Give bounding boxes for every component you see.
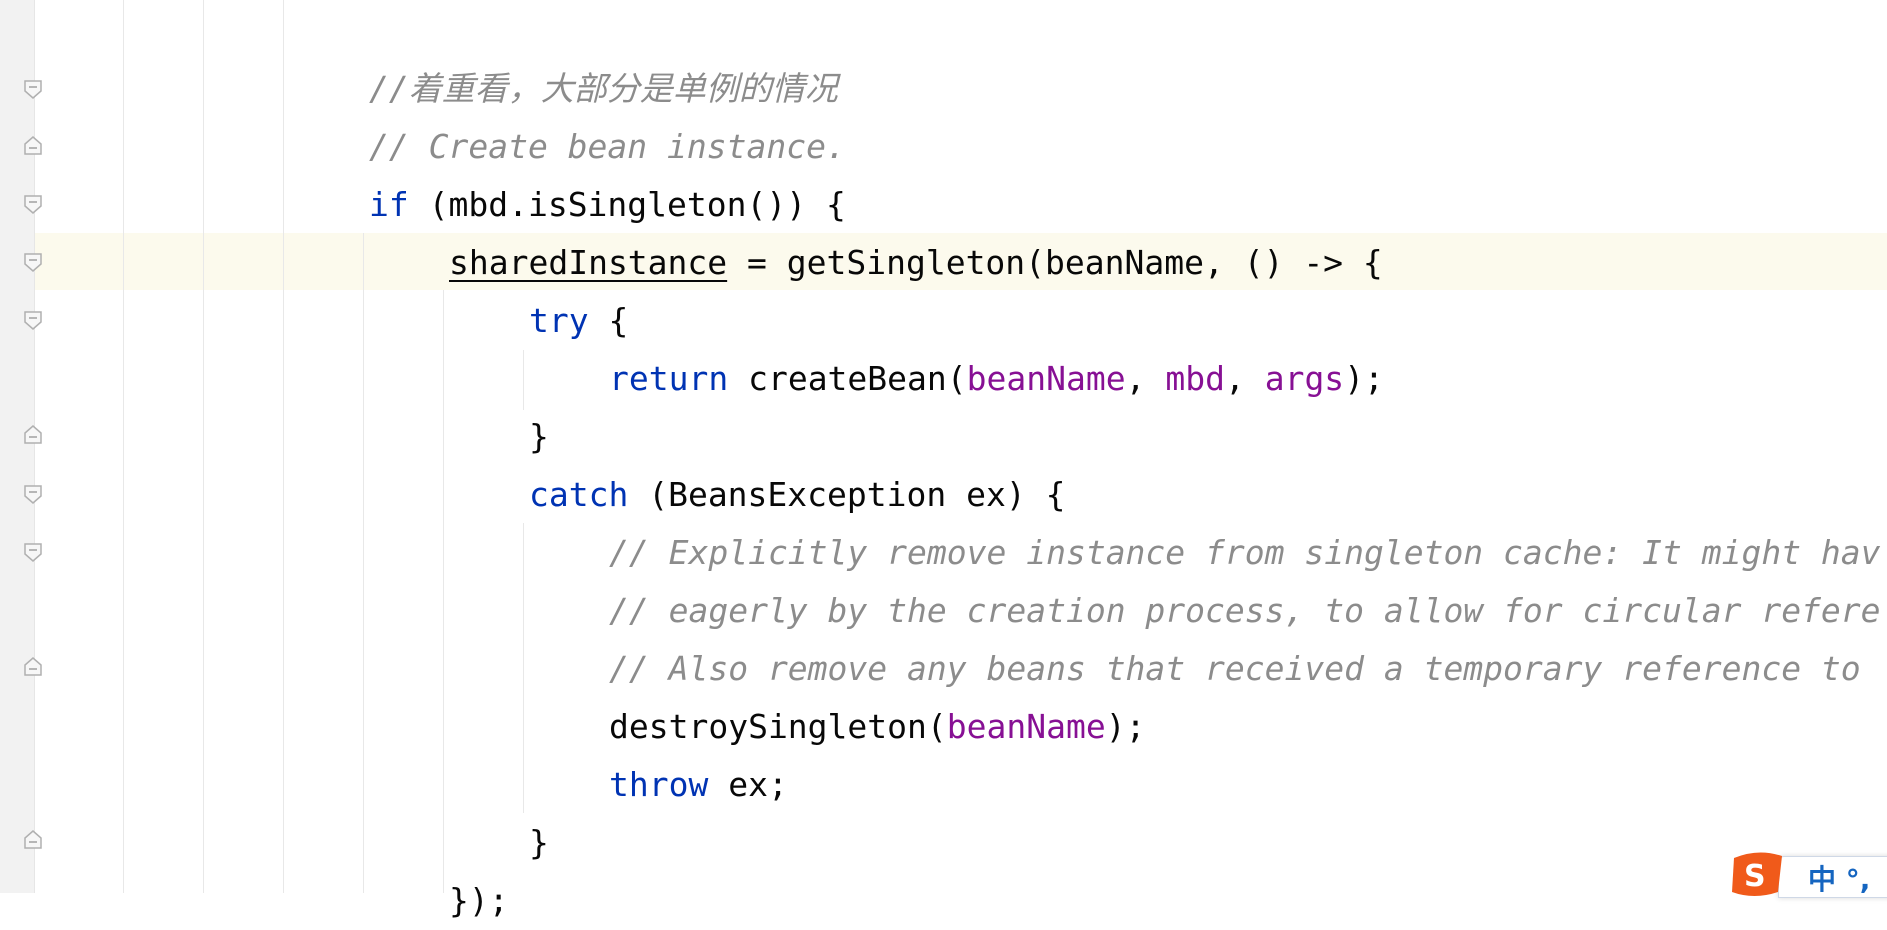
code-token: createBean( [728, 359, 967, 398]
indent-guide [203, 0, 204, 893]
code-token: }); [449, 881, 509, 920]
code-line[interactable]: destroySingleton(beanName); [609, 698, 1145, 756]
code-token: mbd [1165, 359, 1225, 398]
code-token: // Also remove any beans that received a… [609, 649, 1861, 688]
code-token: , [1224, 359, 1265, 398]
code-token: sharedInstance [449, 243, 728, 282]
code-token: = getSingleton(beanName, () -> { [727, 243, 1383, 282]
code-line[interactable]: return createBean(beanName, mbd, args); [609, 350, 1384, 408]
code-token: destroySingleton( [609, 707, 947, 746]
code-line[interactable]: if (mbd.isSingleton()) { [369, 176, 846, 234]
code-token: ); [1105, 707, 1146, 746]
code-token: //着重看，大部分是单例的情况 [369, 69, 838, 108]
code-line[interactable]: // Also remove any beans that received a… [609, 640, 1861, 698]
code-line[interactable]: }); [449, 872, 509, 930]
indent-guide [123, 0, 124, 893]
fold-start-icon[interactable] [22, 483, 44, 505]
indent-guide [523, 350, 524, 410]
fold-start-icon[interactable] [22, 541, 44, 563]
fold-start-icon[interactable] [22, 78, 44, 100]
fold-start-icon[interactable] [22, 251, 44, 273]
code-line[interactable]: // Create bean instance. [369, 118, 846, 176]
code-token: ex; [708, 765, 788, 804]
indent-guide [523, 523, 524, 813]
indent-guide [363, 233, 364, 893]
code-line[interactable]: // Explicitly remove instance from singl… [609, 524, 1881, 582]
code-line[interactable]: //着重看，大部分是单例的情况 [369, 60, 838, 118]
code-editor[interactable]: //着重看，大部分是单例的情况 // Create bean instance.… [35, 0, 1887, 920]
code-line[interactable]: throw ex; [609, 756, 788, 814]
code-token: , [1125, 359, 1166, 398]
code-token: try [529, 301, 589, 340]
code-token: catch [529, 475, 629, 514]
indent-guide [443, 290, 444, 893]
indent-guide [283, 0, 284, 893]
code-token: ); [1344, 359, 1384, 398]
fold-end-icon[interactable] [22, 656, 44, 678]
sogou-ime-icon[interactable]: S [1728, 848, 1790, 900]
code-token: // eagerly by the creation process, to a… [609, 591, 1881, 630]
code-line[interactable]: try { [529, 292, 628, 350]
code-token: } [529, 417, 549, 456]
code-token: (BeansException ex) { [628, 475, 1066, 514]
code-token: beanName [946, 707, 1106, 746]
code-line[interactable]: } [529, 408, 549, 466]
code-token: return [609, 359, 729, 398]
code-token: beanName [966, 359, 1126, 398]
editor-gutter [0, 0, 34, 893]
svg-text:S: S [1744, 859, 1766, 894]
code-token: throw [609, 765, 709, 804]
fold-start-icon[interactable] [22, 309, 44, 331]
fold-end-icon[interactable] [22, 424, 44, 446]
fold-end-icon[interactable] [22, 829, 44, 851]
ime-mode-text: 中 °, [1808, 863, 1871, 896]
code-line[interactable]: } [529, 814, 549, 872]
code-token: { [588, 301, 629, 340]
code-token: // Create bean instance. [369, 127, 846, 166]
code-line[interactable]: // eagerly by the creation process, to a… [609, 582, 1881, 640]
code-token: args [1264, 359, 1345, 398]
code-line[interactable]: catch (BeansException ex) { [529, 466, 1065, 524]
code-token: if [369, 185, 409, 224]
code-token: } [529, 823, 549, 862]
fold-start-icon[interactable] [22, 193, 44, 215]
code-token: // Explicitly remove instance from singl… [609, 533, 1881, 572]
code-line[interactable]: sharedInstance = getSingleton(beanName, … [449, 234, 1383, 292]
ime-status-bar[interactable]: S 中 °, [1728, 848, 1887, 898]
code-token: (mbd.isSingleton()) { [408, 185, 846, 224]
fold-end-icon[interactable] [22, 135, 44, 157]
